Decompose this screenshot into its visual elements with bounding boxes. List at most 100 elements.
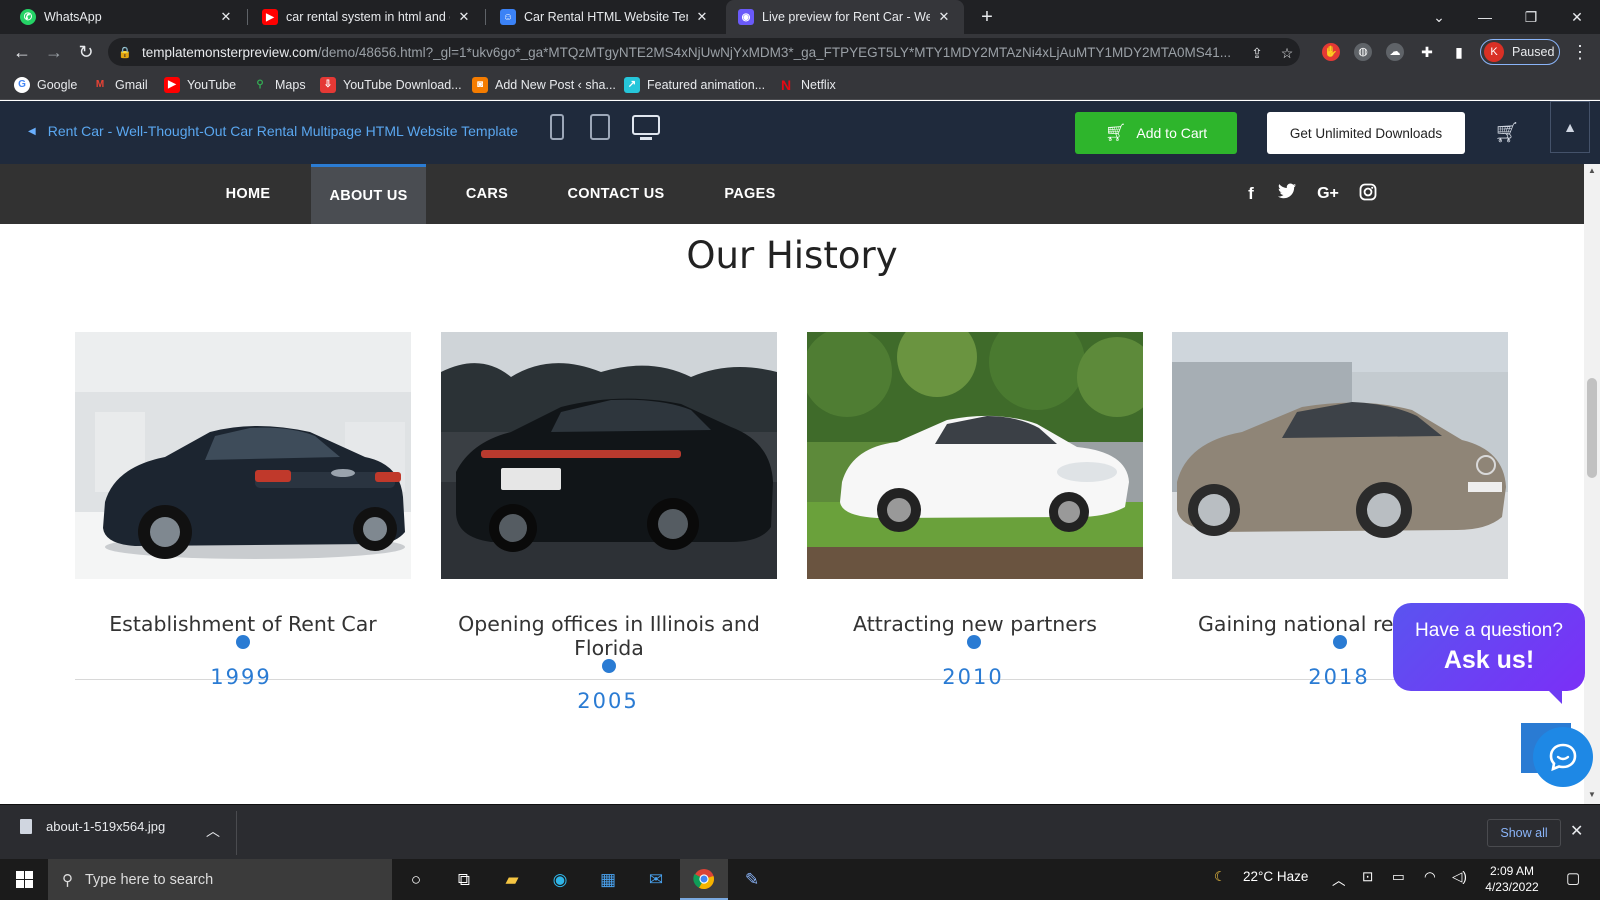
windows-taskbar: ⚲ Type here to search ○ ⧉ ▰ ◉ ▦ ✉ ✎ ☾ 22… (0, 859, 1600, 900)
close-icon[interactable]: ✕ (1570, 821, 1583, 841)
bookmark-featured-animation[interactable]: ↗ Featured animation... (624, 76, 765, 94)
history-year: 2010 (942, 665, 1004, 689)
preview-icon: ◉ (738, 9, 754, 25)
tab-live-preview[interactable]: ◉ Live preview for Rent Car - Well-T ✕ (726, 0, 964, 34)
bookmark-gmail[interactable]: M Gmail (92, 76, 148, 94)
back-to-template-link[interactable]: ◀ Rent Car - Well-Thought-Out Car Rental… (28, 123, 518, 139)
paint-icon[interactable]: ✎ (728, 859, 776, 900)
netflix-icon: N (780, 77, 792, 93)
cortana-icon[interactable]: ○ (392, 859, 440, 900)
templatemonster-icon: ☺ (500, 9, 516, 25)
mail-icon[interactable]: ✉ (632, 859, 680, 900)
bookmark-youtube[interactable]: ▶ YouTube (164, 76, 236, 94)
reload-icon[interactable]: ↻ (74, 40, 98, 64)
browser-tab-strip: ✆ WhatsApp ✕ ▶ car rental system in html… (0, 0, 1600, 34)
address-bar[interactable]: 🔒 templatemonsterpreview.com/demo/48656.… (108, 38, 1300, 66)
bookmark-maps[interactable]: ⚲ Maps (252, 76, 305, 94)
new-tab-icon[interactable]: + (976, 6, 998, 28)
site-navigation: HOME ABOUT US CARS CONTACT US PAGES f G+ (0, 164, 1584, 224)
search-placeholder: Type here to search (85, 871, 214, 888)
desktop-view-icon[interactable] (632, 115, 660, 135)
tab-youtube-search[interactable]: ▶ car rental system in html and css ✕ (250, 0, 484, 34)
chevron-up-icon[interactable]: ︿ (206, 821, 220, 841)
menu-kebab-icon[interactable]: ⋮ (1568, 40, 1592, 64)
bookmark-netflix[interactable]: N Netflix (778, 76, 836, 94)
chat-open-button[interactable] (1533, 727, 1593, 787)
close-tab-icon[interactable]: ✕ (218, 9, 234, 25)
chat-prompt-bubble[interactable]: Have a question? Ask us! (1393, 603, 1585, 691)
close-tab-icon[interactable]: ✕ (936, 9, 952, 25)
weather-text[interactable]: 22°C Haze (1243, 869, 1308, 884)
taskbar-search[interactable]: ⚲ Type here to search (48, 859, 392, 900)
close-tab-icon[interactable]: ✕ (456, 9, 472, 25)
network-tray-icon[interactable]: ⊡ (1362, 869, 1373, 885)
restore-icon[interactable]: ❐ (1508, 0, 1554, 34)
car-image-audi (75, 332, 411, 579)
nav-pages[interactable]: PAGES (712, 164, 788, 224)
twitter-icon[interactable] (1276, 183, 1298, 205)
extension-cloud-icon[interactable]: ☁ (1386, 43, 1404, 61)
timeline-dot (236, 635, 250, 649)
extension-globe-icon[interactable]: ◍ (1354, 43, 1372, 61)
google-plus-icon[interactable]: G+ (1314, 183, 1342, 205)
close-window-icon[interactable]: ✕ (1554, 0, 1600, 34)
youtube-icon: ▶ (164, 77, 180, 93)
history-year: 1999 (210, 665, 272, 689)
nav-cars[interactable]: CARS (446, 164, 528, 224)
extension-adblock-icon[interactable]: ✋ (1322, 43, 1340, 61)
timeline-dot (967, 635, 981, 649)
close-tab-icon[interactable]: ✕ (694, 9, 710, 25)
download-shelf: about-1-519x564.jpg ︿ Show all ✕ (0, 804, 1600, 859)
get-unlimited-downloads-button[interactable]: Get Unlimited Downloads (1267, 112, 1465, 154)
battery-icon[interactable]: ▭ (1392, 869, 1405, 885)
maps-icon: ⚲ (256, 79, 264, 90)
twitter-glyph (1278, 183, 1296, 199)
bookmark-youtube-download[interactable]: ⇩ YouTube Download... (320, 76, 462, 94)
scroll-down-icon[interactable]: ▼ (1584, 790, 1600, 799)
taskbar-clock[interactable]: 2:09 AM 4/23/2022 (1472, 863, 1552, 895)
add-to-cart-button[interactable]: 🛒︎ Add to Cart (1075, 112, 1237, 154)
collapse-bar-icon[interactable]: ▲ (1550, 101, 1590, 153)
nav-contact-us[interactable]: CONTACT US (552, 164, 680, 224)
bookmark-add-new-post[interactable]: ◙ Add New Post ‹ sha... (472, 76, 616, 94)
volume-icon[interactable]: ◁) (1452, 869, 1467, 885)
tablet-view-icon[interactable] (590, 114, 610, 140)
scroll-up-icon[interactable]: ▲ (1584, 166, 1600, 175)
cart-icon[interactable]: 🛒︎ (1494, 120, 1519, 145)
store-icon[interactable]: ▦ (584, 859, 632, 900)
mobile-view-icon[interactable] (550, 114, 564, 140)
side-panel-icon[interactable]: ▮ (1450, 43, 1468, 61)
chrome-logo (693, 868, 714, 889)
chrome-icon[interactable] (680, 859, 728, 900)
tray-chevron-icon[interactable]: ︿ (1332, 869, 1346, 889)
bookmark-star-icon[interactable]: ☆ (1278, 44, 1296, 62)
tab-template-page[interactable]: ☺ Car Rental HTML Website Templa ✕ (488, 0, 722, 34)
facebook-icon[interactable]: f (1240, 183, 1262, 205)
wifi-icon[interactable]: ◠ (1424, 869, 1436, 885)
nav-home[interactable]: HOME (206, 164, 290, 224)
bookmarks-bar: G Google M Gmail ▶ YouTube ⚲ Maps ⇩ YouT… (0, 70, 1600, 100)
history-card-1999: Establishment of Rent Car (75, 332, 411, 636)
tab-search-icon[interactable]: ⌄ (1416, 0, 1462, 34)
task-view-icon[interactable]: ⧉ (440, 859, 488, 900)
windows-start-icon[interactable] (0, 859, 48, 900)
profile-button[interactable]: K Paused (1480, 39, 1560, 65)
extensions-puzzle-icon[interactable]: ✚ (1418, 43, 1436, 61)
instagram-icon[interactable] (1357, 183, 1379, 205)
forward-icon[interactable]: → (42, 40, 66, 64)
share-icon[interactable]: ⇪ (1248, 44, 1266, 62)
nav-about-us[interactable]: ABOUT US (311, 164, 426, 224)
bookmark-google[interactable]: G Google (14, 76, 77, 94)
notifications-icon[interactable]: ▢ (1566, 869, 1580, 887)
file-explorer-icon[interactable]: ▰ (488, 859, 536, 900)
edge-icon[interactable]: ◉ (536, 859, 584, 900)
minimize-icon[interactable]: — (1462, 0, 1508, 34)
tab-whatsapp[interactable]: ✆ WhatsApp ✕ (8, 0, 246, 34)
clock-date: 4/23/2022 (1485, 880, 1539, 894)
scroll-thumb[interactable] (1587, 378, 1597, 478)
back-icon[interactable]: ← (10, 40, 34, 64)
download-item[interactable]: about-1-519x564.jpg (20, 819, 165, 834)
page-scrollbar[interactable]: ▲ ▼ (1584, 164, 1600, 804)
weather-icon[interactable]: ☾ (1214, 869, 1226, 885)
show-all-button[interactable]: Show all (1487, 819, 1561, 847)
